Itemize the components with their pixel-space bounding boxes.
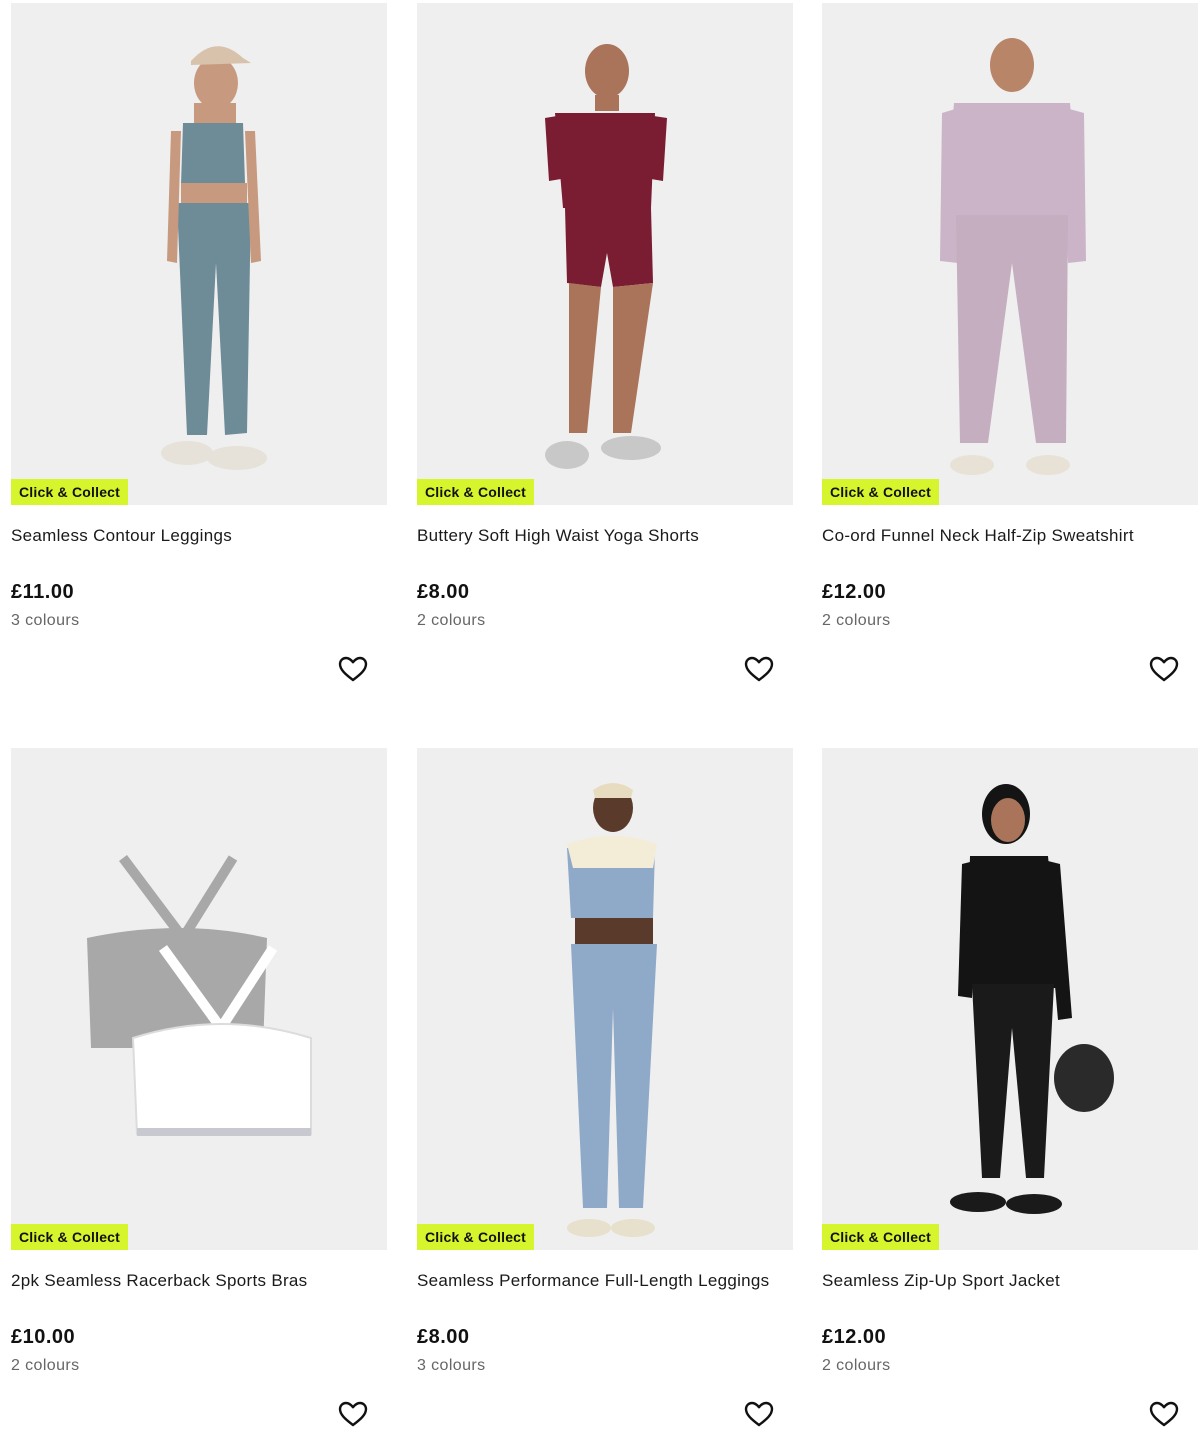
product-colours: 2 colours [11,1357,80,1374]
wishlist-button[interactable] [1148,653,1180,685]
product-card: Click & Collect 2pk Seamless Racerback S… [11,748,387,1432]
product-title[interactable]: Seamless Contour Leggings [11,526,232,546]
product-photo-zip-jacket [822,748,1198,1250]
click-collect-badge: Click & Collect [417,1224,535,1250]
product-card: Click & Collect Buttery Soft High Waist … [417,3,793,703]
product-price: £10.00 [11,1326,76,1348]
product-title[interactable]: Seamless Zip-Up Sport Jacket [822,1271,1060,1291]
heart-outline-icon [744,656,774,682]
wishlist-button[interactable] [1148,1398,1180,1430]
heart-outline-icon [1149,656,1179,682]
product-title[interactable]: Seamless Performance Full-Length Legging… [417,1271,769,1291]
product-price: £11.00 [11,581,75,603]
product-card: Click & Collect Seamless Contour Legging… [11,3,387,703]
product-image[interactable]: Click & Collect [417,748,793,1250]
click-collect-badge: Click & Collect [417,479,535,505]
product-grid: Click & Collect Seamless Contour Legging… [0,0,1200,1432]
product-photo-sports-bras [11,748,387,1250]
product-card: Click & Collect Co-ord Funnel Neck Half-… [822,3,1198,703]
product-photo-sweatshirt [822,3,1198,505]
heart-outline-icon [338,1401,368,1427]
product-image[interactable]: Click & Collect [11,3,387,505]
wishlist-button[interactable] [337,1398,369,1430]
click-collect-badge: Click & Collect [822,1224,940,1250]
click-collect-badge: Click & Collect [11,1224,129,1250]
product-image[interactable]: Click & Collect [417,3,793,505]
product-price: £12.00 [822,581,887,603]
product-photo-leggings [11,3,387,505]
product-image[interactable]: Click & Collect [822,3,1198,505]
product-colours: 3 colours [417,1357,486,1374]
heart-outline-icon [744,1401,774,1427]
product-card: Click & Collect Seamless Zip-Up Sport Ja… [822,748,1198,1432]
product-title[interactable]: 2pk Seamless Racerback Sports Bras [11,1271,308,1291]
product-image[interactable]: Click & Collect [11,748,387,1250]
wishlist-button[interactable] [337,653,369,685]
product-colours: 3 colours [11,612,80,629]
wishlist-button[interactable] [743,653,775,685]
product-colours: 2 colours [822,612,891,629]
product-price: £8.00 [417,1326,470,1348]
product-price: £8.00 [417,581,470,603]
product-colours: 2 colours [417,612,486,629]
product-title[interactable]: Co-ord Funnel Neck Half-Zip Sweatshirt [822,526,1134,546]
product-colours: 2 colours [822,1357,891,1374]
click-collect-badge: Click & Collect [822,479,940,505]
product-price: £12.00 [822,1326,887,1348]
product-photo-shorts [417,3,793,505]
product-title[interactable]: Buttery Soft High Waist Yoga Shorts [417,526,699,546]
product-image[interactable]: Click & Collect [822,748,1198,1250]
wishlist-button[interactable] [743,1398,775,1430]
product-card: Click & Collect Seamless Performance Ful… [417,748,793,1432]
click-collect-badge: Click & Collect [11,479,129,505]
heart-outline-icon [1149,1401,1179,1427]
heart-outline-icon [338,656,368,682]
product-photo-full-leggings [417,748,793,1250]
